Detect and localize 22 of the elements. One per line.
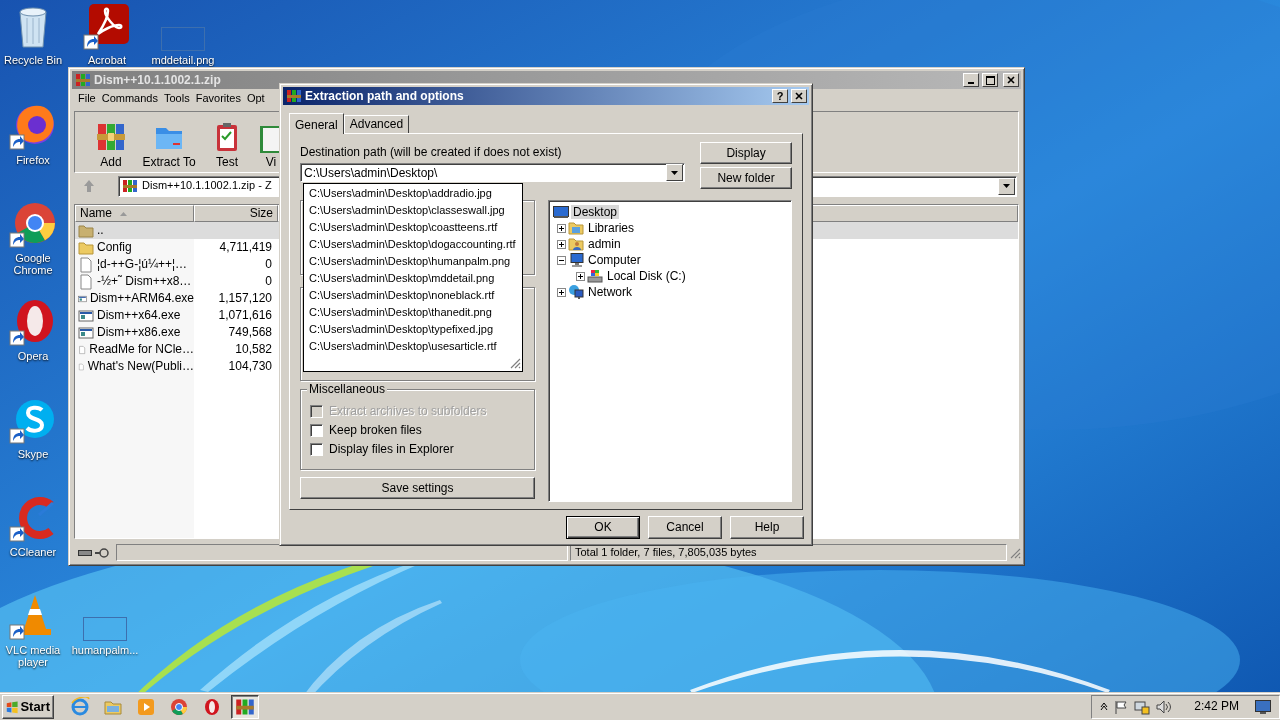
file-size: 4,711,419 [218,240,273,255]
file-size: 104,730 [227,359,273,374]
file-name: Dism++x64.exe [97,308,181,323]
file-name: .. [97,223,104,238]
clock: 2:42 PM [1194,699,1239,714]
file-name: ¦d-++G-¦ú¼++¦… [97,257,188,272]
file-name: Dism++x86.exe [97,325,181,340]
file-size: 10,582 [234,342,273,357]
file-name: Config [97,240,132,255]
file-size: 1,071,616 [217,308,273,323]
status-text: Total 1 folder, 7 files, 7,805,035 bytes [575,545,757,560]
window-title: Dism++10.1.1002.1.zip [94,72,222,88]
dialog-title: Extraction path and options [305,88,465,104]
file-size: 749,568 [227,325,273,340]
file-name: -½+˜ Dism++x8… [97,274,192,289]
file-size: 0 [264,274,273,289]
file-name: What's New(Publi… [87,359,194,374]
file-size: 0 [264,257,273,272]
file-name: Dism++ARM64.exe [89,291,194,306]
file-name: ReadMe for NCle… [89,342,194,357]
file-size: 1,157,120 [217,291,273,306]
field-label: Destination path (will be created if does not exist) [300,145,563,160]
